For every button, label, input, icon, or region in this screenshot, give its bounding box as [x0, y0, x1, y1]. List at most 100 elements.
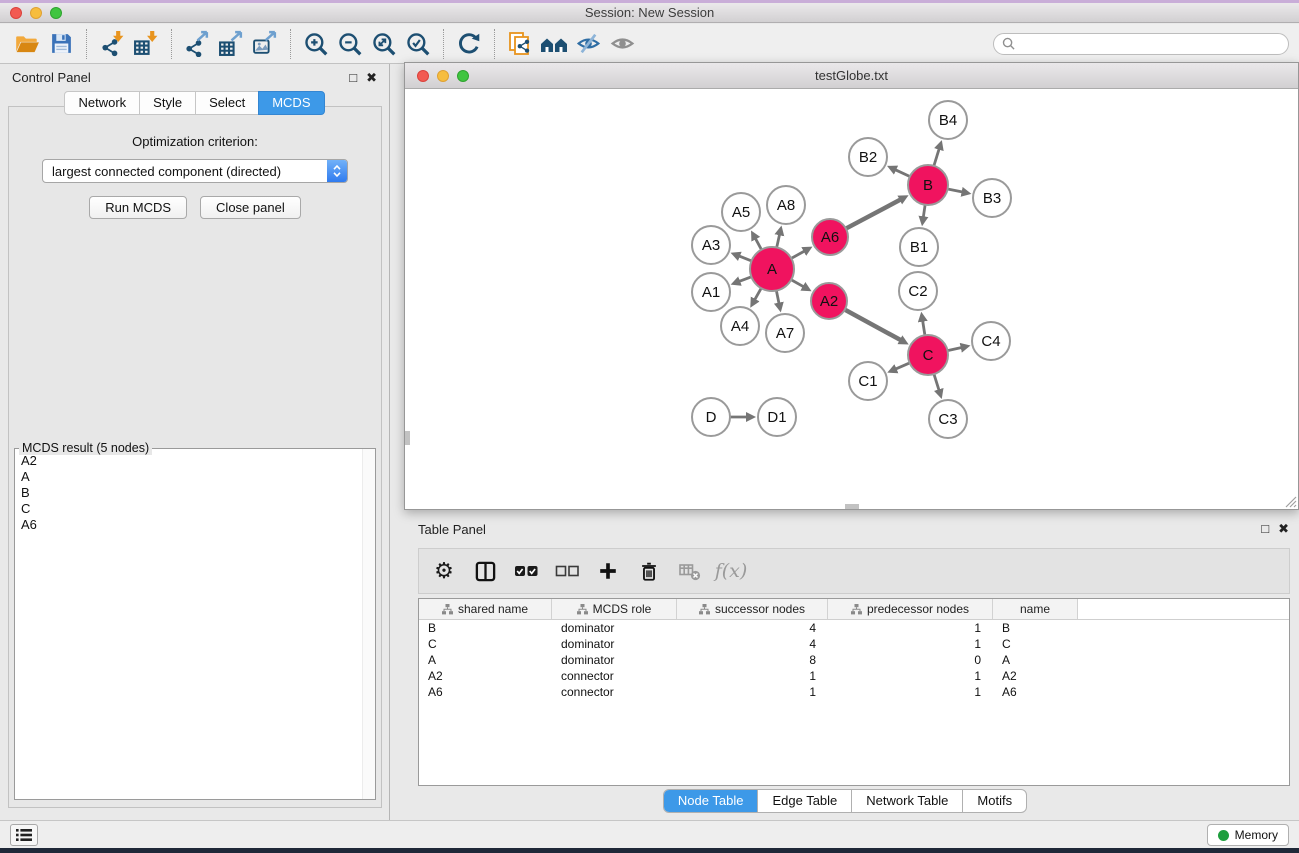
deselect-all-button[interactable]	[554, 558, 580, 584]
table-cell[interactable]: dominator	[552, 653, 677, 667]
table-cell[interactable]: 1	[828, 621, 993, 635]
edge-A-A6[interactable]	[791, 251, 804, 258]
table-row[interactable]: A6connector11A6	[419, 684, 1289, 700]
duplicate-network-button[interactable]	[503, 27, 537, 61]
zoom-in-button[interactable]	[299, 27, 333, 61]
edge-A-A7[interactable]	[776, 291, 779, 304]
add-column-button[interactable]	[595, 558, 621, 584]
edge-C-C2[interactable]	[923, 321, 925, 336]
edge-C-C3[interactable]	[934, 374, 939, 390]
table-cell[interactable]: A	[419, 653, 552, 667]
table-cell[interactable]: 1	[828, 685, 993, 699]
run-mcds-button[interactable]: Run MCDS	[89, 196, 187, 219]
mcds-result-list[interactable]: A2ABCA6	[16, 453, 362, 798]
column-header-MCDS-role[interactable]: MCDS role	[552, 599, 677, 619]
edge-A-A1[interactable]	[739, 277, 751, 282]
table-row[interactable]: Cdominator41C	[419, 636, 1289, 652]
mcds-result-item[interactable]: A2	[16, 453, 362, 469]
search-box[interactable]	[993, 33, 1289, 55]
edge-A-A4[interactable]	[755, 288, 762, 300]
column-header-successor-nodes[interactable]: successor nodes	[677, 599, 828, 619]
table-row[interactable]: Bdominator41B	[419, 620, 1289, 636]
close-panel-button[interactable]: Close panel	[200, 196, 301, 219]
select-all-button[interactable]	[513, 558, 539, 584]
table-cell[interactable]: A2	[419, 669, 552, 683]
network-vertical-scrollbar[interactable]	[405, 89, 410, 509]
column-header-predecessor-nodes[interactable]: predecessor nodes	[828, 599, 993, 619]
table-cell[interactable]: 1	[677, 685, 828, 699]
column-header-shared-name[interactable]: shared name	[419, 599, 552, 619]
float-table-panel-icon[interactable]: □	[1261, 521, 1269, 537]
edge-C-C4[interactable]	[948, 348, 962, 351]
table-cell[interactable]: 1	[677, 669, 828, 683]
table-cell[interactable]: connector	[552, 669, 677, 683]
table-cell[interactable]: C	[993, 637, 1078, 651]
hide-graphics-details-button[interactable]	[571, 27, 605, 61]
table-cell[interactable]: C	[419, 637, 552, 651]
gear-button[interactable]: ⚙	[431, 558, 457, 584]
edge-C-C1[interactable]	[896, 363, 910, 369]
import-table-button[interactable]	[129, 27, 163, 61]
table-cell[interactable]: 1	[828, 637, 993, 651]
tab-network[interactable]: Network	[64, 91, 140, 115]
float-panel-icon[interactable]: □	[349, 70, 357, 86]
houses-button[interactable]	[537, 27, 571, 61]
table-cell[interactable]: 4	[677, 621, 828, 635]
split-view-button[interactable]	[472, 558, 498, 584]
mcds-result-item[interactable]: B	[16, 485, 362, 501]
export-image-button[interactable]	[248, 27, 282, 61]
window-resize-grip[interactable]	[1283, 494, 1297, 508]
table-cell[interactable]: B	[993, 621, 1078, 635]
mcds-result-item[interactable]: A	[16, 469, 362, 485]
show-graphics-details-button[interactable]	[605, 27, 639, 61]
delete-column-button[interactable]	[636, 558, 662, 584]
table-cell[interactable]: 0	[828, 653, 993, 667]
task-history-button[interactable]	[10, 824, 38, 846]
import-network-button[interactable]	[95, 27, 129, 61]
edge-A2-C[interactable]	[845, 310, 901, 341]
tab-edge-table[interactable]: Edge Table	[757, 790, 851, 812]
edge-A6-B[interactable]	[846, 200, 901, 229]
table-cell[interactable]: A6	[993, 685, 1078, 699]
edge-A-A3[interactable]	[739, 256, 752, 261]
table-cell[interactable]: dominator	[552, 637, 677, 651]
edge-B-B3[interactable]	[948, 189, 963, 192]
edge-A-A8[interactable]	[777, 234, 780, 247]
edge-B-B2[interactable]	[895, 170, 910, 177]
memory-button[interactable]: Memory	[1207, 824, 1289, 846]
refresh-button[interactable]	[452, 27, 486, 61]
table-cell[interactable]: 8	[677, 653, 828, 667]
table-row[interactable]: Adominator80A	[419, 652, 1289, 668]
table-cell[interactable]: A	[993, 653, 1078, 667]
zoom-fit-button[interactable]	[367, 27, 401, 61]
network-canvas[interactable]: AA1A2A3A4A5A6A7A8BB1B2B3B4CC1C2C3C4DD1	[405, 89, 1298, 509]
open-session-button[interactable]	[10, 27, 44, 61]
delete-table-button[interactable]	[677, 558, 703, 584]
tab-network-table[interactable]: Network Table	[851, 790, 962, 812]
zoom-out-button[interactable]	[333, 27, 367, 61]
mcds-result-scrollbar[interactable]	[362, 449, 375, 799]
tab-style[interactable]: Style	[139, 91, 196, 115]
node-table[interactable]: shared nameMCDS rolesuccessor nodesprede…	[418, 598, 1290, 786]
close-panel-icon[interactable]: ✖	[366, 70, 377, 86]
criterion-select[interactable]: largest connected component (directed)	[42, 159, 348, 183]
export-table-button[interactable]	[214, 27, 248, 61]
table-cell[interactable]: 4	[677, 637, 828, 651]
search-input[interactable]	[1020, 37, 1280, 51]
column-header-name[interactable]: name	[993, 599, 1078, 619]
table-row[interactable]: A2connector11A2	[419, 668, 1289, 684]
zoom-selected-button[interactable]	[401, 27, 435, 61]
save-session-button[interactable]	[44, 27, 78, 61]
table-cell[interactable]: B	[419, 621, 552, 635]
mcds-result-item[interactable]: C	[16, 501, 362, 517]
tab-motifs[interactable]: Motifs	[962, 790, 1026, 812]
network-horizontal-scrollbar[interactable]	[405, 504, 1298, 509]
network-window-titlebar[interactable]: testGlobe.txt	[405, 63, 1298, 89]
table-cell[interactable]: A2	[993, 669, 1078, 683]
table-cell[interactable]: dominator	[552, 621, 677, 635]
edge-A-A5[interactable]	[755, 238, 761, 249]
edge-B-B1[interactable]	[923, 205, 925, 218]
tab-select[interactable]: Select	[195, 91, 259, 115]
export-network-button[interactable]	[180, 27, 214, 61]
close-table-panel-icon[interactable]: ✖	[1278, 521, 1289, 537]
